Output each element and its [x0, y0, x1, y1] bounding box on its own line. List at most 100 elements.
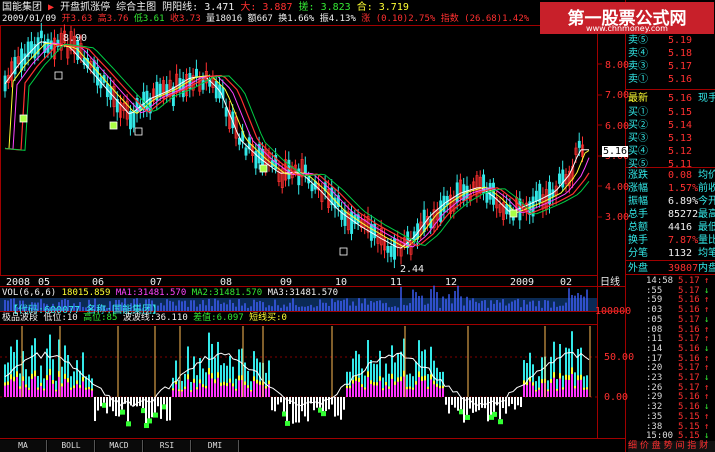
- stat-label: 振幅: [628, 196, 648, 207]
- indicator-high: 高位:85: [83, 313, 118, 323]
- indicator-marker: [120, 409, 125, 415]
- outer-value: 39807: [668, 263, 699, 274]
- y-tick-2: 6.00: [605, 121, 630, 132]
- ask-label: 卖①: [628, 74, 648, 85]
- tick-price: 5.16: [678, 392, 700, 403]
- tick-price: 5.15: [678, 431, 700, 442]
- indicator-band: 波波线:36.110: [122, 313, 188, 323]
- quote-high: 高3.76: [97, 14, 129, 24]
- quote-line: 2009/01/09 开3.63 高3.76 低3.61 收3.73 量1801…: [2, 14, 529, 25]
- quote-amplitude: 振4.13%: [319, 14, 356, 24]
- stat-extra: 量比: [698, 235, 715, 246]
- signal-marker: [509, 209, 518, 218]
- bid-price: 5.12: [668, 146, 693, 157]
- up-arrow-icon: ↑: [704, 353, 710, 364]
- tick-time: 15:00: [646, 431, 674, 442]
- quote-close: 收3.73: [169, 14, 201, 24]
- tick-time: :03: [646, 305, 663, 316]
- bid-row-2[interactable]: 买② 5.14: [628, 119, 715, 132]
- right-footer-tabs[interactable]: 细 价 盘 势 间 指 财: [628, 441, 715, 452]
- volume-value: 18015.859: [61, 288, 111, 298]
- signal-marker: [134, 127, 143, 136]
- bid-row-3[interactable]: 买③ 5.13: [628, 132, 715, 145]
- tick-price: 5.16: [678, 324, 700, 335]
- outer-extra: 内盘: [698, 263, 715, 274]
- stat-extra: 均价: [698, 170, 715, 181]
- ma-line-yellow: [4, 42, 590, 249]
- tick-time: :11: [646, 334, 663, 345]
- indicator-marker: [144, 423, 149, 429]
- bid-label: 买①: [628, 107, 648, 118]
- tick-row: :23 5.17 ↓: [628, 373, 715, 383]
- tab-rsi[interactable]: RSI: [144, 440, 191, 452]
- stat-value: 1.57%: [668, 183, 699, 194]
- ask-row-4[interactable]: 卖④ 5.18: [628, 47, 715, 60]
- candle-body: [558, 173, 561, 184]
- tab-macd[interactable]: MACD: [96, 440, 143, 452]
- stat-label: 分笔: [628, 248, 648, 259]
- tab-dmi[interactable]: DMI: [192, 440, 239, 452]
- tick-price: 5.17: [678, 276, 700, 286]
- ma-line-white: [4, 41, 590, 249]
- stat-extra: 前收: [698, 183, 715, 194]
- low-label: 2.44: [400, 264, 425, 275]
- down-arrow-icon: ↓: [704, 285, 710, 296]
- indicator-short: 短线买:0: [249, 313, 287, 323]
- x-tick-4: 08: [220, 277, 233, 288]
- stat-extra: 均笔: [698, 248, 715, 259]
- tick-price: 5.17: [678, 314, 700, 325]
- period-label[interactable]: 日线: [600, 277, 620, 288]
- indicator-marker: [465, 414, 470, 420]
- tick-price: 5.15: [678, 421, 700, 432]
- toolbar-item-1[interactable]: 综合主图: [116, 2, 156, 13]
- candle-body: [518, 198, 522, 221]
- y-tick-0: 8.00: [605, 60, 630, 71]
- ask-label: 卖⑤: [628, 35, 648, 46]
- stat-row: 涨幅 1.57% 前收: [628, 182, 715, 195]
- latest-row: 最新 5.16 现手: [628, 92, 715, 105]
- indicator-marker: [126, 421, 131, 427]
- stat-extra: 最低: [698, 222, 715, 233]
- toolbar-item-3: 大: 3.887: [240, 2, 293, 13]
- tick-row: :59 5.16 ↑: [628, 295, 715, 305]
- tick-time: :29: [646, 392, 663, 403]
- title-bar: 国能集团 ▶ 开盘抓涨停 综合主图 阴阳线: 3.471 大: 3.887 搓:…: [2, 2, 409, 13]
- bid-price: 5.13: [668, 133, 693, 144]
- bid-price: 5.15: [668, 107, 693, 118]
- tick-price: 5.16: [678, 305, 700, 316]
- ask-price: 5.16: [668, 74, 693, 85]
- quote-volume: 量18016: [206, 14, 243, 24]
- indicator-legend: 极品波段 低位:10 高位:85 波波线:36.110 差值:6.097 短线买…: [2, 313, 287, 324]
- down-arrow-icon: ↓: [704, 343, 710, 354]
- stat-value: 4416: [668, 222, 693, 233]
- latest-label: 最新: [628, 93, 648, 104]
- ask-row-1[interactable]: 卖① 5.16: [628, 73, 715, 86]
- indicator-y-tick-1: 0.00: [604, 392, 629, 403]
- volume-ma3: MA3:31481.570: [267, 288, 339, 298]
- ask-row-3[interactable]: 卖③ 5.17: [628, 60, 715, 73]
- stat-extra: 今开: [698, 196, 715, 207]
- indicator-diff: 差值:6.097: [193, 313, 244, 323]
- toolbar-item-0[interactable]: 开盘抓涨停: [60, 2, 110, 13]
- tab-ma[interactable]: MA: [0, 440, 47, 452]
- up-arrow-icon: ↑: [704, 392, 710, 403]
- bid-row-1[interactable]: 买① 5.15: [628, 106, 715, 119]
- indicator-marker: [153, 412, 158, 418]
- tab-boll[interactable]: BOLL: [48, 440, 95, 452]
- candle-body: [39, 30, 43, 39]
- arrow-icon: ▶: [48, 2, 55, 13]
- tick-price: 5.16: [678, 295, 700, 306]
- y-tick-5: 3.00: [605, 212, 630, 223]
- up-arrow-icon: ↑: [704, 276, 710, 286]
- up-arrow-icon: ↑: [704, 411, 710, 422]
- latest-extra: 现手: [698, 93, 715, 104]
- indicator-marker: [285, 420, 290, 426]
- ask-row-5[interactable]: 卖⑤ 5.19: [628, 34, 715, 47]
- y-tick-1: 7.00: [605, 90, 630, 101]
- stat-label: 涨幅: [628, 183, 648, 194]
- bid-row-4[interactable]: 买④ 5.12: [628, 145, 715, 158]
- tick-row: :55 5.17 ↓: [628, 286, 715, 296]
- tick-row: :20 5.17 ↑: [628, 363, 715, 373]
- stat-row: 涨跌 0.08 均价: [628, 169, 715, 182]
- tick-row: :35 5.15 ↑: [628, 412, 715, 422]
